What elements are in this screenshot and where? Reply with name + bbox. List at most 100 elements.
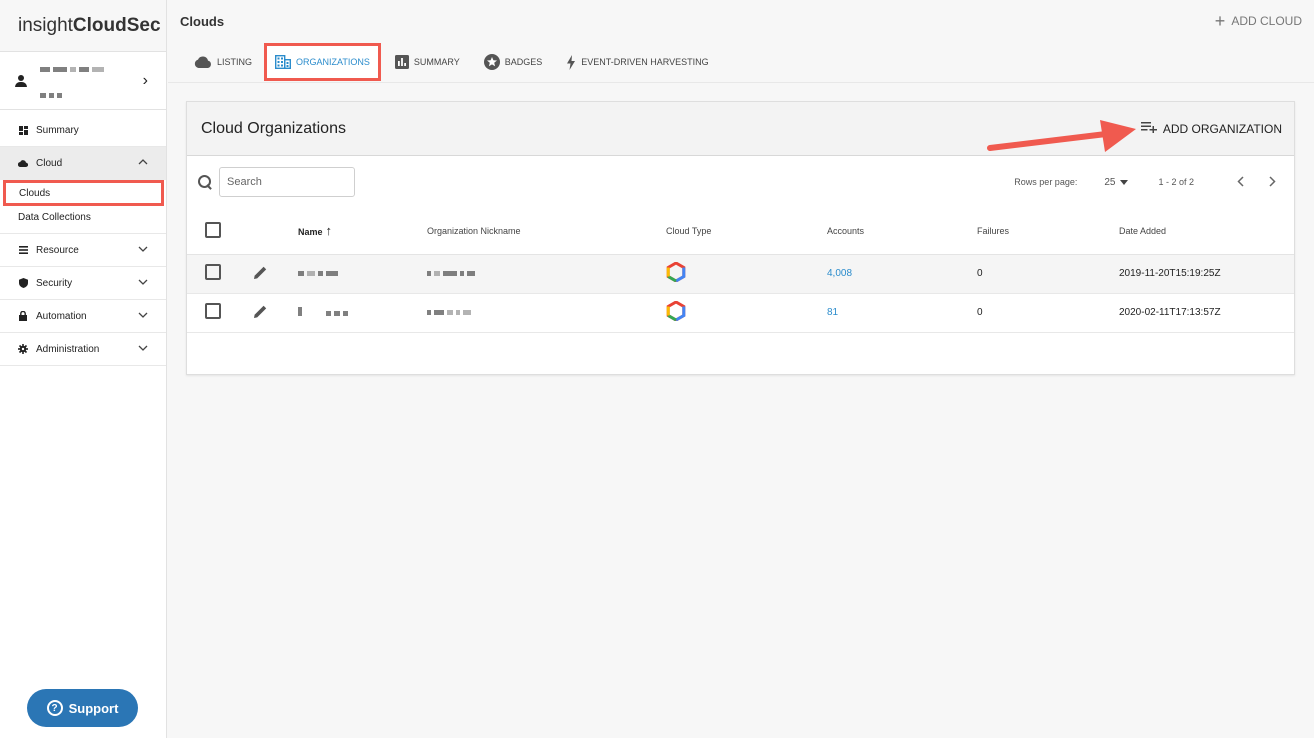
pagination: Rows per page: 25 1 - 2 of 2 [1014, 156, 1282, 208]
chevron-right-icon: › [142, 72, 148, 89]
shield-icon [18, 278, 28, 288]
dashboard-icon [18, 125, 28, 135]
cloud-icon [18, 159, 28, 169]
table-row[interactable]: 4,008 0 2019-11-20T15:19:25Z [187, 254, 1294, 294]
accounts-link[interactable]: 4,008 [827, 254, 977, 294]
org-nickname-redacted [427, 293, 666, 333]
lightning-icon [566, 54, 576, 70]
tab-badges[interactable]: BADGES [483, 47, 543, 77]
tab-label: SUMMARY [413, 57, 460, 67]
user-name-redacted [40, 59, 107, 103]
sidebar-item-security[interactable]: Security [0, 267, 166, 300]
sidebar-item-label: Cloud [36, 158, 63, 169]
sidebar: insightCloudSec › Summary Cloud Clouds [0, 0, 167, 738]
chevron-right-icon [1268, 176, 1276, 187]
tab-label: LISTING [217, 57, 253, 67]
cloud-type-cell [666, 254, 827, 294]
sidebar-item-cloud[interactable]: Cloud [0, 147, 166, 180]
support-button[interactable]: ? Support [27, 689, 138, 727]
user-menu[interactable]: › [0, 52, 166, 110]
search-input[interactable] [219, 167, 355, 197]
add-organization-label: ADD ORGANIZATION [1162, 121, 1282, 136]
date-added-value: 2020-02-11T17:13:57Z [1119, 293, 1294, 333]
page-range: 1 - 2 of 2 [1158, 177, 1194, 187]
next-page-button[interactable] [1262, 174, 1282, 190]
column-header-cloud-type[interactable]: Cloud Type [666, 208, 827, 255]
edit-cell [253, 254, 298, 294]
accounts-link[interactable]: 81 [827, 293, 977, 333]
sidebar-item-label: Automation [36, 310, 87, 322]
sidebar-item-administration[interactable]: Administration [0, 333, 166, 366]
column-header-name[interactable]: Name ↑ [298, 208, 427, 255]
date-added-value: 2019-11-20T15:19:25Z [1119, 254, 1294, 294]
column-header-nickname[interactable]: Organization Nickname [427, 208, 666, 255]
org-name-redacted [298, 254, 427, 294]
table-header-row: Name ↑ Organization Nickname Cloud Type A… [187, 208, 1294, 255]
chevron-down-icon [138, 310, 148, 321]
sidebar-item-automation[interactable]: Automation [0, 300, 166, 333]
edit-column-header [253, 208, 298, 255]
row-checkbox[interactable] [205, 303, 221, 319]
star-badge-icon [483, 54, 500, 70]
failures-value: 0 [977, 254, 1119, 294]
help-icon: ? [46, 700, 63, 716]
table-toolbar: Rows per page: 25 1 - 2 of 2 [187, 156, 1294, 208]
google-cloud-icon [666, 262, 686, 282]
building-icon [275, 55, 292, 69]
sidebar-item-label: Administration [36, 343, 100, 355]
row-select-cell [187, 254, 253, 294]
row-checkbox[interactable] [205, 264, 221, 280]
page-title: Clouds [180, 13, 225, 29]
previous-page-button[interactable] [1230, 174, 1250, 190]
select-all-cell [187, 208, 253, 255]
google-cloud-icon [666, 301, 686, 321]
tab-label: ORGANIZATIONS [296, 57, 370, 67]
add-cloud-button[interactable]: + ADD CLOUD [1215, 12, 1302, 30]
main-content: Clouds + ADD CLOUD LISTING ORGANIZATIONS… [168, 0, 1314, 738]
tab-bar: LISTING ORGANIZATIONS SUMMARY BADGES EVE… [168, 42, 1314, 83]
list-icon [18, 245, 28, 255]
pencil-icon[interactable] [253, 265, 268, 280]
annotation-arrow [987, 120, 1136, 152]
sidebar-item-clouds[interactable]: Clouds [3, 180, 164, 206]
tab-event-driven-harvesting[interactable]: EVENT-DRIVEN HARVESTING [566, 47, 709, 77]
column-header-accounts[interactable]: Accounts [827, 208, 977, 255]
sidebar-item-label: Resource [36, 244, 79, 256]
lock-icon [18, 311, 28, 321]
failures-value: 0 [977, 293, 1119, 333]
tab-summary[interactable]: SUMMARY [394, 47, 460, 77]
tab-organizations[interactable]: ORGANIZATIONS [264, 43, 381, 81]
column-label: Name [298, 227, 323, 238]
tab-listing[interactable]: LISTING [194, 47, 252, 77]
chevron-left-icon [1236, 176, 1244, 187]
chevron-down-icon [138, 277, 148, 288]
tab-label: EVENT-DRIVEN HARVESTING [581, 57, 709, 67]
sidebar-item-data-collections[interactable]: Data Collections [0, 206, 166, 229]
add-organization-button[interactable]: ADD ORGANIZATION [1140, 121, 1282, 136]
select-all-checkbox[interactable] [205, 221, 221, 238]
rows-per-page-value: 25 [1104, 176, 1116, 188]
sidebar-item-summary[interactable]: Summary [0, 114, 166, 147]
pencil-icon[interactable] [253, 304, 268, 319]
chevron-down-icon [138, 244, 148, 255]
cloud-submenu: Clouds Data Collections [0, 180, 166, 234]
organizations-table: Name ↑ Organization Nickname Cloud Type A… [187, 208, 1294, 333]
plus-icon: + [1214, 11, 1226, 31]
sort-ascending-icon: ↑ [325, 223, 333, 239]
rows-per-page-select[interactable]: 25 [1104, 176, 1129, 188]
column-header-date-added[interactable]: Date Added [1119, 208, 1294, 255]
sidebar-item-resource[interactable]: Resource [0, 234, 166, 267]
user-icon [14, 74, 28, 88]
tab-label: BADGES [504, 57, 543, 67]
table-row[interactable]: 81 0 2020-02-11T17:13:57Z [187, 293, 1294, 333]
sidebar-item-label: Summary [36, 124, 79, 136]
search-icon [197, 174, 213, 190]
cloud-icon [194, 56, 212, 68]
column-header-failures[interactable]: Failures [977, 208, 1119, 255]
row-select-cell [187, 293, 253, 333]
app-logo[interactable]: insight CloudSec [0, 0, 166, 52]
cloud-type-cell [666, 293, 827, 333]
chevron-up-icon [138, 157, 148, 168]
sidebar-nav: Summary Cloud Clouds Data Collections Re… [0, 110, 166, 366]
org-nickname-redacted [427, 254, 666, 294]
